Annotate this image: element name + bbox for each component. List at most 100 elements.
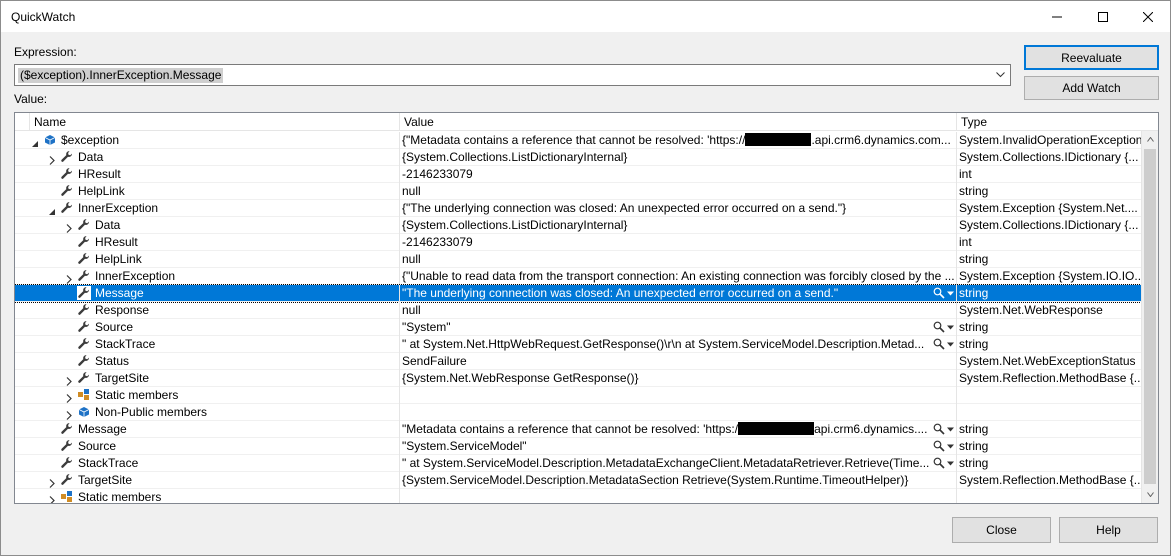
table-row[interactable]: HResult -2146233079 int: [15, 166, 1141, 183]
row-value[interactable]: [400, 404, 957, 421]
property-wrench-icon: [77, 218, 91, 232]
property-wrench-icon: [60, 456, 74, 470]
row-name: StackTrace: [95, 337, 156, 351]
expand-arrow-icon[interactable]: [65, 374, 73, 386]
table-row[interactable]: Non-Public members: [15, 404, 1141, 421]
magnifier-icon: [933, 423, 945, 435]
row-value[interactable]: "Metadata contains a reference that cann…: [400, 421, 957, 438]
reevaluate-button[interactable]: Reevaluate: [1024, 45, 1159, 70]
expand-arrow-icon[interactable]: [65, 272, 73, 284]
expression-combobox[interactable]: ($exception).InnerException.Message: [14, 64, 1011, 86]
maximize-icon: [1098, 11, 1108, 22]
collapse-arrow-icon[interactable]: [48, 204, 56, 215]
table-row[interactable]: HelpLink null string: [15, 183, 1141, 200]
visualizer-button[interactable]: [930, 337, 954, 351]
value-text: {System.Net.WebResponse GetResponse()}: [402, 371, 639, 385]
table-row[interactable]: Source "System.ServiceModel" string: [15, 438, 1141, 455]
add-watch-button[interactable]: Add Watch: [1024, 76, 1159, 100]
property-wrench-icon: [77, 252, 91, 266]
table-row[interactable]: Message "Metadata contains a reference th…: [15, 421, 1141, 438]
table-row[interactable]: Data {System.Collections.ListDictionaryIn…: [15, 149, 1141, 166]
row-value[interactable]: "The underlying connection was closed: A…: [400, 285, 957, 302]
column-header-type[interactable]: Type: [957, 113, 1158, 131]
maximize-button[interactable]: [1080, 1, 1126, 32]
table-row[interactable]: Status SendFailure System.Net.WebException…: [15, 353, 1141, 370]
expand-arrow-icon[interactable]: [48, 153, 56, 165]
table-row[interactable]: StackTrace " at System.ServiceModel.Descr…: [15, 455, 1141, 472]
help-button[interactable]: Help: [1059, 517, 1158, 543]
scrollbar-thumb[interactable]: [1144, 149, 1156, 484]
table-row[interactable]: $exception {"Metadata contains a referenc…: [15, 132, 1141, 149]
column-header-name[interactable]: Name: [30, 113, 400, 131]
row-value[interactable]: {System.ServiceModel.Description.Metadat…: [400, 472, 957, 489]
row-value[interactable]: {System.Collections.ListDictionaryIntern…: [400, 149, 957, 166]
table-row[interactable]: Static members: [15, 387, 1141, 404]
expand-arrow-icon[interactable]: [65, 408, 73, 420]
row-name-cell: TargetSite: [15, 370, 400, 387]
visualizer-button[interactable]: [930, 456, 954, 470]
row-value[interactable]: {"Metadata contains a reference that can…: [400, 132, 957, 149]
row-value[interactable]: null: [400, 251, 957, 268]
expression-dropdown-button[interactable]: [992, 67, 1008, 83]
table-row[interactable]: HResult -2146233079 int: [15, 234, 1141, 251]
row-name: Static members: [78, 490, 162, 504]
table-row[interactable]: Data {System.Collections.ListDictionaryIn…: [15, 217, 1141, 234]
expand-arrow-icon[interactable]: [48, 476, 56, 488]
table-row[interactable]: TargetSite {System.ServiceModel.Descripti…: [15, 472, 1141, 489]
scroll-down-icon[interactable]: [1142, 486, 1158, 503]
row-name-cell: Source: [15, 438, 400, 455]
table-row[interactable]: Message "The underlying connection was cl…: [15, 284, 1142, 303]
row-type: System.InvalidOperationException: [959, 133, 1141, 147]
row-value[interactable]: {System.Net.WebResponse GetResponse()}: [400, 370, 957, 387]
scroll-up-icon[interactable]: [1142, 131, 1158, 148]
table-row[interactable]: Response null System.Net.WebResponse: [15, 302, 1141, 319]
row-value[interactable]: [400, 489, 957, 503]
visualizer-button[interactable]: [930, 422, 954, 436]
row-value[interactable]: " at System.ServiceModel.Description.Met…: [400, 455, 957, 472]
visualizer-button[interactable]: [930, 286, 954, 300]
row-value[interactable]: null: [400, 183, 957, 200]
row-name: TargetSite: [78, 473, 133, 487]
expression-input[interactable]: ($exception).InnerException.Message: [18, 68, 224, 83]
table-row[interactable]: TargetSite {System.Net.WebResponse GetRes…: [15, 370, 1141, 387]
close-window-button[interactable]: [1125, 1, 1171, 32]
table-row[interactable]: StackTrace " at System.Net.HttpWebRequest…: [15, 336, 1141, 353]
visualizer-button[interactable]: [930, 439, 954, 453]
visualizer-button[interactable]: [930, 320, 954, 334]
row-value[interactable]: " at System.Net.HttpWebRequest.GetRespon…: [400, 336, 957, 353]
table-row[interactable]: InnerException {"The underlying connectio…: [15, 200, 1141, 217]
row-value[interactable]: {System.Collections.ListDictionaryIntern…: [400, 217, 957, 234]
row-name-cell: Static members: [15, 489, 400, 504]
row-value[interactable]: null: [400, 302, 957, 319]
row-value[interactable]: -2146233079: [400, 166, 957, 183]
table-row[interactable]: HelpLink null string: [15, 251, 1141, 268]
close-button[interactable]: Close: [952, 517, 1051, 543]
row-value[interactable]: {"The underlying connection was closed: …: [400, 200, 957, 217]
value-text: null: [402, 303, 421, 317]
row-name-cell: TargetSite: [15, 472, 400, 489]
row-type: [957, 489, 1141, 503]
row-value[interactable]: {"Unable to read data from the transport…: [400, 268, 957, 285]
table-row[interactable]: InnerException {"Unable to read data from…: [15, 268, 1141, 285]
property-wrench-icon: [60, 201, 74, 215]
row-value[interactable]: [400, 387, 957, 404]
row-value[interactable]: SendFailure: [400, 353, 957, 370]
row-value[interactable]: "System.ServiceModel": [400, 438, 957, 455]
column-header-value[interactable]: Value: [400, 113, 957, 131]
table-row[interactable]: Source "System" string: [15, 319, 1141, 336]
vertical-scrollbar[interactable]: [1141, 131, 1158, 503]
row-value[interactable]: "System": [400, 319, 957, 336]
minimize-button[interactable]: [1034, 1, 1080, 32]
value-text-end: api.crm6.dynamics....: [814, 422, 928, 436]
expand-arrow-icon[interactable]: [65, 221, 73, 233]
property-wrench-icon: [77, 354, 91, 368]
collapse-arrow-icon[interactable]: [31, 136, 39, 147]
magnifier-icon: [933, 338, 945, 350]
expand-arrow-icon[interactable]: [65, 391, 73, 403]
property-wrench-icon: [60, 184, 74, 198]
expand-arrow-icon[interactable]: [48, 493, 56, 503]
row-name-cell: InnerException: [15, 200, 400, 217]
table-row[interactable]: Static members: [15, 489, 1141, 504]
row-name-cell: StackTrace: [15, 455, 400, 472]
row-value[interactable]: -2146233079: [400, 234, 957, 251]
